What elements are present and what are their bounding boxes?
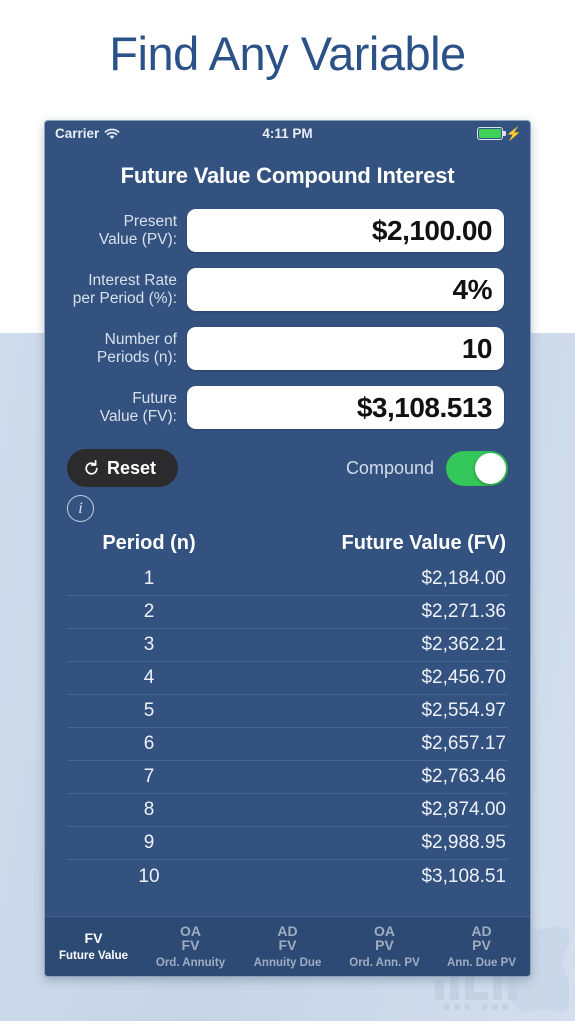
cell-period: 3: [143, 634, 155, 655]
status-bar-time: 4:11 PM: [262, 126, 313, 141]
label-line-2: Value (FV):: [99, 407, 177, 425]
cell-future-value: $2,184.00: [421, 568, 506, 589]
cell-period: 9: [143, 832, 155, 853]
tab-future-value[interactable]: FV Future Value: [45, 917, 142, 976]
present-value-input[interactable]: $2,100.00: [187, 209, 504, 252]
table-row: 9 $2,988.95: [67, 827, 508, 860]
form-row-present-value: Present Value (PV): $2,100.00: [45, 209, 504, 252]
tab-abbr-line-2: FV: [181, 937, 200, 953]
table-header-row: Period (n) Future Value (FV): [67, 532, 508, 563]
interest-rate-input[interactable]: 4%: [187, 268, 504, 311]
table-row: 10 $3,108.51: [67, 860, 508, 893]
lightning-bolt-icon: ⚡: [505, 126, 522, 141]
tab-abbr: OA PV: [374, 924, 395, 952]
label-interest-rate: Interest Rate per Period (%):: [45, 272, 187, 308]
page-title: Find Any Variable: [109, 27, 466, 80]
tab-label: Future Value: [58, 950, 129, 962]
cell-period: 2: [143, 601, 155, 622]
table-row: 2 $2,271.36: [67, 596, 508, 629]
table-row: 3 $2,362.21: [67, 629, 508, 662]
tab-label: Annuity Due: [253, 957, 322, 969]
label-line-2: Periods (n):: [96, 348, 177, 366]
cell-period: 1: [143, 568, 155, 589]
label-line-1: Number of: [104, 330, 177, 348]
cell-future-value: $2,456.70: [421, 667, 506, 688]
cell-future-value: $2,657.17: [421, 733, 506, 754]
label-line-2: Value (PV):: [98, 230, 177, 248]
tab-abbr-line-2: PV: [472, 937, 491, 953]
tab-abbr-line-1: AD: [471, 923, 492, 939]
info-row: i: [45, 487, 530, 522]
rotate-counterclockwise-icon: [85, 459, 98, 475]
label-line-1: Present: [123, 212, 177, 230]
input-form: Present Value (PV): $2,100.00 Interest R…: [45, 209, 530, 429]
column-header-period: Period (n): [102, 532, 196, 554]
column-header-future-value: Future Value (FV): [341, 532, 506, 554]
cell-period: 6: [143, 733, 155, 754]
cell-period: 7: [143, 766, 155, 787]
tab-annuity-due[interactable]: AD FV Annuity Due: [239, 917, 336, 976]
cell-future-value: $2,763.46: [421, 766, 506, 787]
tab-abbr: OA FV: [180, 924, 201, 952]
tab-ordinary-annuity-pv[interactable]: OA PV Ord. Ann. PV: [336, 917, 433, 976]
cell-period: 5: [143, 700, 155, 721]
action-row: Reset Compound: [45, 445, 530, 487]
tab-annuity-due-pv[interactable]: AD PV Ann. Due PV: [433, 917, 530, 976]
tab-abbr-line-1: OA: [180, 923, 201, 939]
form-row-future-value: Future Value (FV): $3,108.513: [45, 386, 504, 429]
amortization-table: Period (n) Future Value (FV) 1 $2,184.00…: [45, 532, 530, 893]
compound-toggle-group: Compound: [345, 450, 508, 486]
status-bar: Carrier 4:11 PM ⚡: [45, 121, 530, 149]
battery-icon: [476, 127, 506, 140]
label-line-1: Future: [132, 389, 177, 407]
tab-label: Ann. Due PV: [446, 957, 516, 969]
tab-abbr-line-1: FV: [84, 930, 103, 946]
future-value-input[interactable]: $3,108.513: [187, 386, 504, 429]
tab-ordinary-annuity[interactable]: OA FV Ord. Annuity: [142, 917, 239, 976]
battery-fill: [478, 129, 501, 138]
tab-label: Ord. Annuity: [155, 957, 226, 969]
number-of-periods-input[interactable]: 10: [187, 327, 504, 370]
label-line-2: per Period (%):: [72, 289, 177, 307]
screen-title: Future Value Compound Interest: [120, 163, 455, 188]
tab-label: Ord. Ann. PV: [349, 957, 420, 969]
tab-abbr-line-1: OA: [374, 923, 395, 939]
tab-abbr-line-1: AD: [277, 923, 298, 939]
label-present-value: Present Value (PV):: [45, 213, 187, 249]
cell-period: 10: [138, 865, 160, 887]
tab-abbr: AD PV: [471, 924, 491, 952]
table-row: 7 $2,763.46: [67, 761, 508, 794]
label-future-value: Future Value (FV):: [45, 390, 187, 426]
cell-future-value: $2,554.97: [421, 700, 506, 721]
phone-screen: Carrier 4:11 PM ⚡ Future Value Compound …: [44, 120, 531, 977]
tab-abbr-line-2: PV: [375, 937, 394, 953]
label-line-1: Interest Rate: [88, 271, 177, 289]
cell-future-value: $2,271.36: [421, 601, 506, 622]
table-row: 8 $2,874.00: [67, 794, 508, 827]
toggle-knob: [475, 452, 506, 484]
form-row-interest-rate: Interest Rate per Period (%): 4%: [45, 268, 504, 311]
label-number-of-periods: Number of Periods (n):: [45, 331, 187, 367]
compound-toggle[interactable]: [446, 450, 508, 486]
reset-button-label: Reset: [107, 457, 157, 478]
form-row-number-of-periods: Number of Periods (n): 10: [45, 327, 504, 370]
tab-abbr: AD FV: [277, 924, 297, 952]
table-row: 6 $2,657.17: [67, 728, 508, 761]
tab-bar: FV Future Value OA FV Ord. Annuity AD FV…: [45, 916, 530, 976]
tab-abbr: FV: [85, 931, 103, 945]
cell-future-value: $2,362.21: [421, 634, 506, 655]
status-bar-right: ⚡: [476, 126, 522, 141]
cell-future-value: $2,874.00: [421, 799, 506, 820]
cell-future-value: $2,988.95: [421, 832, 506, 853]
cell-period: 8: [143, 799, 155, 820]
tab-abbr-line-2: FV: [278, 937, 297, 953]
compound-label: Compound: [345, 457, 434, 478]
table-row: 5 $2,554.97: [67, 695, 508, 728]
table-row: 4 $2,456.70: [67, 662, 508, 695]
reset-button[interactable]: Reset: [67, 449, 179, 487]
info-circle-icon[interactable]: i: [67, 495, 94, 522]
cell-period: 4: [143, 667, 155, 688]
table-row: 1 $2,184.00: [67, 563, 508, 596]
cell-future-value: $3,108.51: [421, 865, 506, 887]
